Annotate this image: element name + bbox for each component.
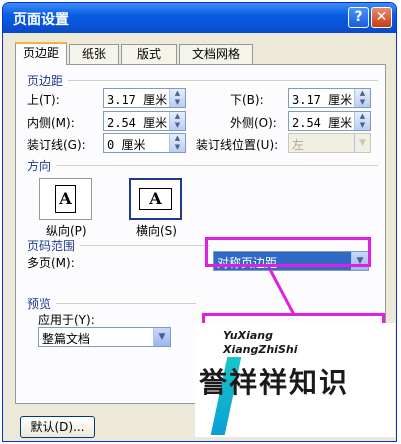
apply-to-select[interactable]: 整篇文档 ▼ xyxy=(38,327,171,347)
spin-arrows-icon[interactable]: ▲ ▼ xyxy=(354,112,370,130)
section-orientation-title: 方向 xyxy=(27,159,52,173)
landscape-option[interactable]: A xyxy=(129,178,182,220)
top-margin-label: 上(T): xyxy=(27,93,60,107)
gutter-position-select[interactable]: 左 ▼ xyxy=(288,133,371,153)
help-button[interactable]: ? xyxy=(348,7,369,28)
watermark-brand: 誉祥祥知识 xyxy=(199,366,350,399)
section-pages-title: 页码范围 xyxy=(27,239,76,253)
title-bar: 页面设置 ? ✕ xyxy=(3,3,396,33)
chevron-down-icon: ▼ xyxy=(354,134,370,152)
watermark-logo: YuXiang XiangZhiShi 誉祥祥知识 xyxy=(195,323,395,437)
section-divider xyxy=(56,165,378,166)
gutter-label: 装订线(G): xyxy=(27,138,86,152)
apply-to-label: 应用于(Y): xyxy=(38,313,95,327)
gutter-position-label: 装订线位置(U): xyxy=(196,138,279,152)
default-button[interactable]: 默认(D)... xyxy=(20,416,95,438)
spin-arrows-icon[interactable]: ▲ ▼ xyxy=(169,112,185,130)
section-divider xyxy=(80,245,210,246)
outside-margin-label: 外侧(O): xyxy=(230,116,277,130)
inside-margin-value: 2.54 厘米 xyxy=(107,116,168,130)
tab-margins[interactable]: 页边距 xyxy=(15,42,67,65)
gutter-spinner[interactable]: 0 厘米 ▲ ▼ xyxy=(103,133,186,153)
tab-layout[interactable]: 版式 xyxy=(121,44,177,64)
multiple-pages-label: 多页(M): xyxy=(27,256,75,270)
gutter-position-value: 左 xyxy=(292,138,305,152)
tab-paper[interactable]: 纸张 xyxy=(69,44,119,64)
chevron-down-icon[interactable]: ▼ xyxy=(153,328,170,346)
inside-margin-spinner[interactable]: 2.54 厘米 ▲ ▼ xyxy=(103,111,186,131)
section-margins-title: 页边距 xyxy=(27,74,64,88)
outside-margin-spinner[interactable]: 2.54 厘米 ▲ ▼ xyxy=(288,111,371,131)
spin-arrows-icon[interactable]: ▲ ▼ xyxy=(169,134,185,152)
bottom-margin-spinner[interactable]: 3.17 厘米 ▲ ▼ xyxy=(288,88,371,108)
section-divider xyxy=(56,303,196,304)
portrait-page-icon: A xyxy=(55,185,76,213)
section-preview-title: 预览 xyxy=(27,297,52,311)
section-divider xyxy=(68,80,378,81)
spin-arrows-icon[interactable]: ▲ ▼ xyxy=(169,89,185,107)
landscape-page-icon: A xyxy=(139,188,172,210)
top-margin-value: 3.17 厘米 xyxy=(107,93,168,107)
inside-margin-label: 内侧(M): xyxy=(27,116,75,130)
bottom-margin-value: 3.17 厘米 xyxy=(292,93,353,107)
close-button[interactable]: ✕ xyxy=(371,7,392,28)
window-title: 页面设置 xyxy=(13,12,69,28)
bottom-margin-label: 下(B): xyxy=(230,93,264,107)
top-margin-spinner[interactable]: 3.17 厘米 ▲ ▼ xyxy=(103,88,186,108)
spin-arrows-icon[interactable]: ▲ ▼ xyxy=(354,89,370,107)
highlight-box xyxy=(205,237,371,267)
gutter-value: 0 厘米 xyxy=(107,138,146,152)
tab-document-grid[interactable]: 文档网格 xyxy=(179,44,253,64)
landscape-label: 横向(S) xyxy=(136,224,177,238)
outside-margin-value: 2.54 厘米 xyxy=(292,116,353,130)
portrait-option[interactable]: A xyxy=(39,178,92,220)
watermark-line2: XiangZhiShi xyxy=(223,343,298,356)
apply-to-value: 整篇文档 xyxy=(42,332,91,346)
watermark-line1: YuXiang xyxy=(223,329,273,342)
